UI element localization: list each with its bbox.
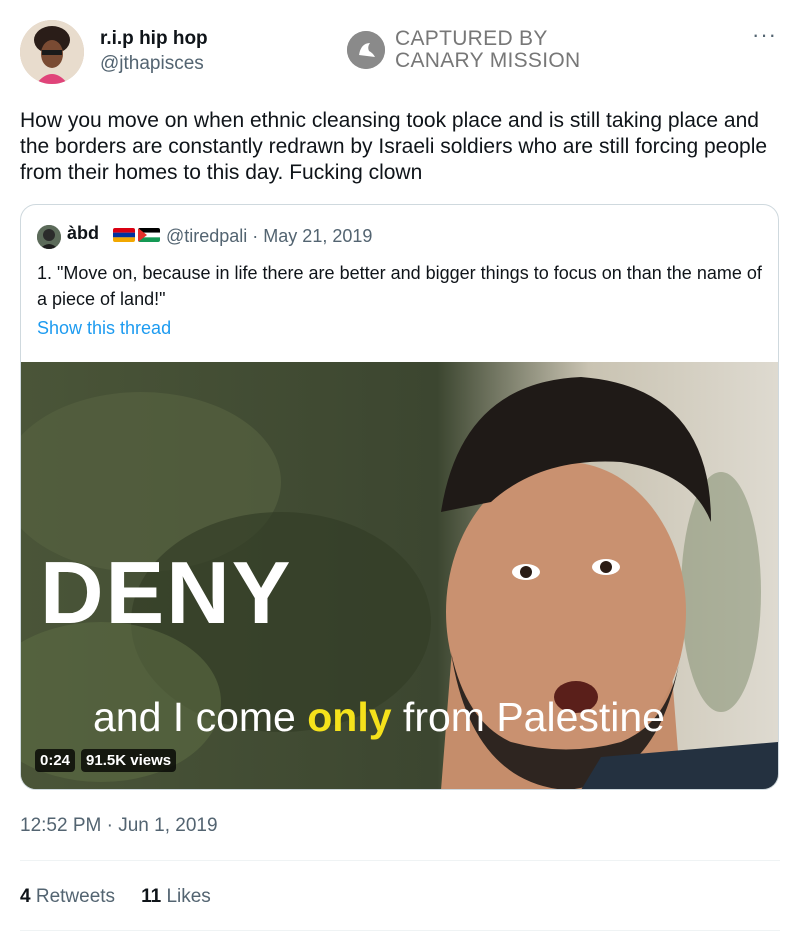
- author-handle[interactable]: @jthapisces: [100, 53, 204, 75]
- engagement-stats: 4 Retweets 11 Likes: [20, 886, 211, 908]
- retweets-stat[interactable]: 4 Retweets: [20, 886, 115, 908]
- quote-author-name[interactable]: àbd: [67, 223, 99, 244]
- armenia-flag-icon: [113, 228, 135, 242]
- author-name[interactable]: r.i.p hip hop: [100, 28, 208, 50]
- video-duration: 0:24: [35, 749, 76, 772]
- likes-count: 11: [141, 886, 162, 907]
- quote-meta[interactable]: @tiredpali · May 21, 2019: [166, 226, 372, 247]
- canary-logo-icon: [347, 31, 385, 69]
- video-views: 91.5K views: [81, 749, 177, 772]
- retweets-count: 4: [20, 886, 31, 907]
- video-caption: and I come only from Palestine: [93, 694, 665, 741]
- likes-label: Likes: [166, 886, 211, 907]
- divider: [20, 930, 780, 931]
- divider: [20, 860, 780, 861]
- video-caption-highlight: only: [307, 694, 392, 740]
- watermark: CAPTURED BY CANARY MISSION: [347, 28, 580, 72]
- show-thread-link[interactable]: Show this thread: [37, 318, 171, 339]
- tweet-text: How you move on when ethnic cleansing to…: [20, 109, 768, 184]
- palestine-flag-icon: [138, 228, 160, 242]
- author-avatar[interactable]: [20, 20, 84, 84]
- video-player[interactable]: DENY and I come only from Palestine 0:24…: [21, 362, 778, 789]
- quote-text: 1. "Move on, because in life there are b…: [37, 263, 762, 309]
- video-caption-main: DENY: [40, 543, 293, 642]
- retweets-label: Retweets: [35, 886, 116, 907]
- quoted-tweet[interactable]: àbd @tiredpali · May 21, 2019 1. "Move o…: [20, 204, 779, 790]
- video-caption-after: from Palestine: [391, 694, 665, 740]
- video-caption-before: and I come: [93, 694, 308, 740]
- watermark-line-1: CAPTURED BY: [395, 27, 548, 50]
- tweet-timestamp[interactable]: 12:52 PM · Jun 1, 2019: [20, 815, 218, 837]
- more-options-icon[interactable]: ···: [752, 22, 777, 48]
- watermark-line-2: CANARY MISSION: [395, 49, 581, 72]
- video-badges: 0:24 91.5K views: [35, 749, 177, 772]
- quote-avatar[interactable]: [37, 225, 61, 249]
- likes-stat[interactable]: 11 Likes: [141, 886, 211, 908]
